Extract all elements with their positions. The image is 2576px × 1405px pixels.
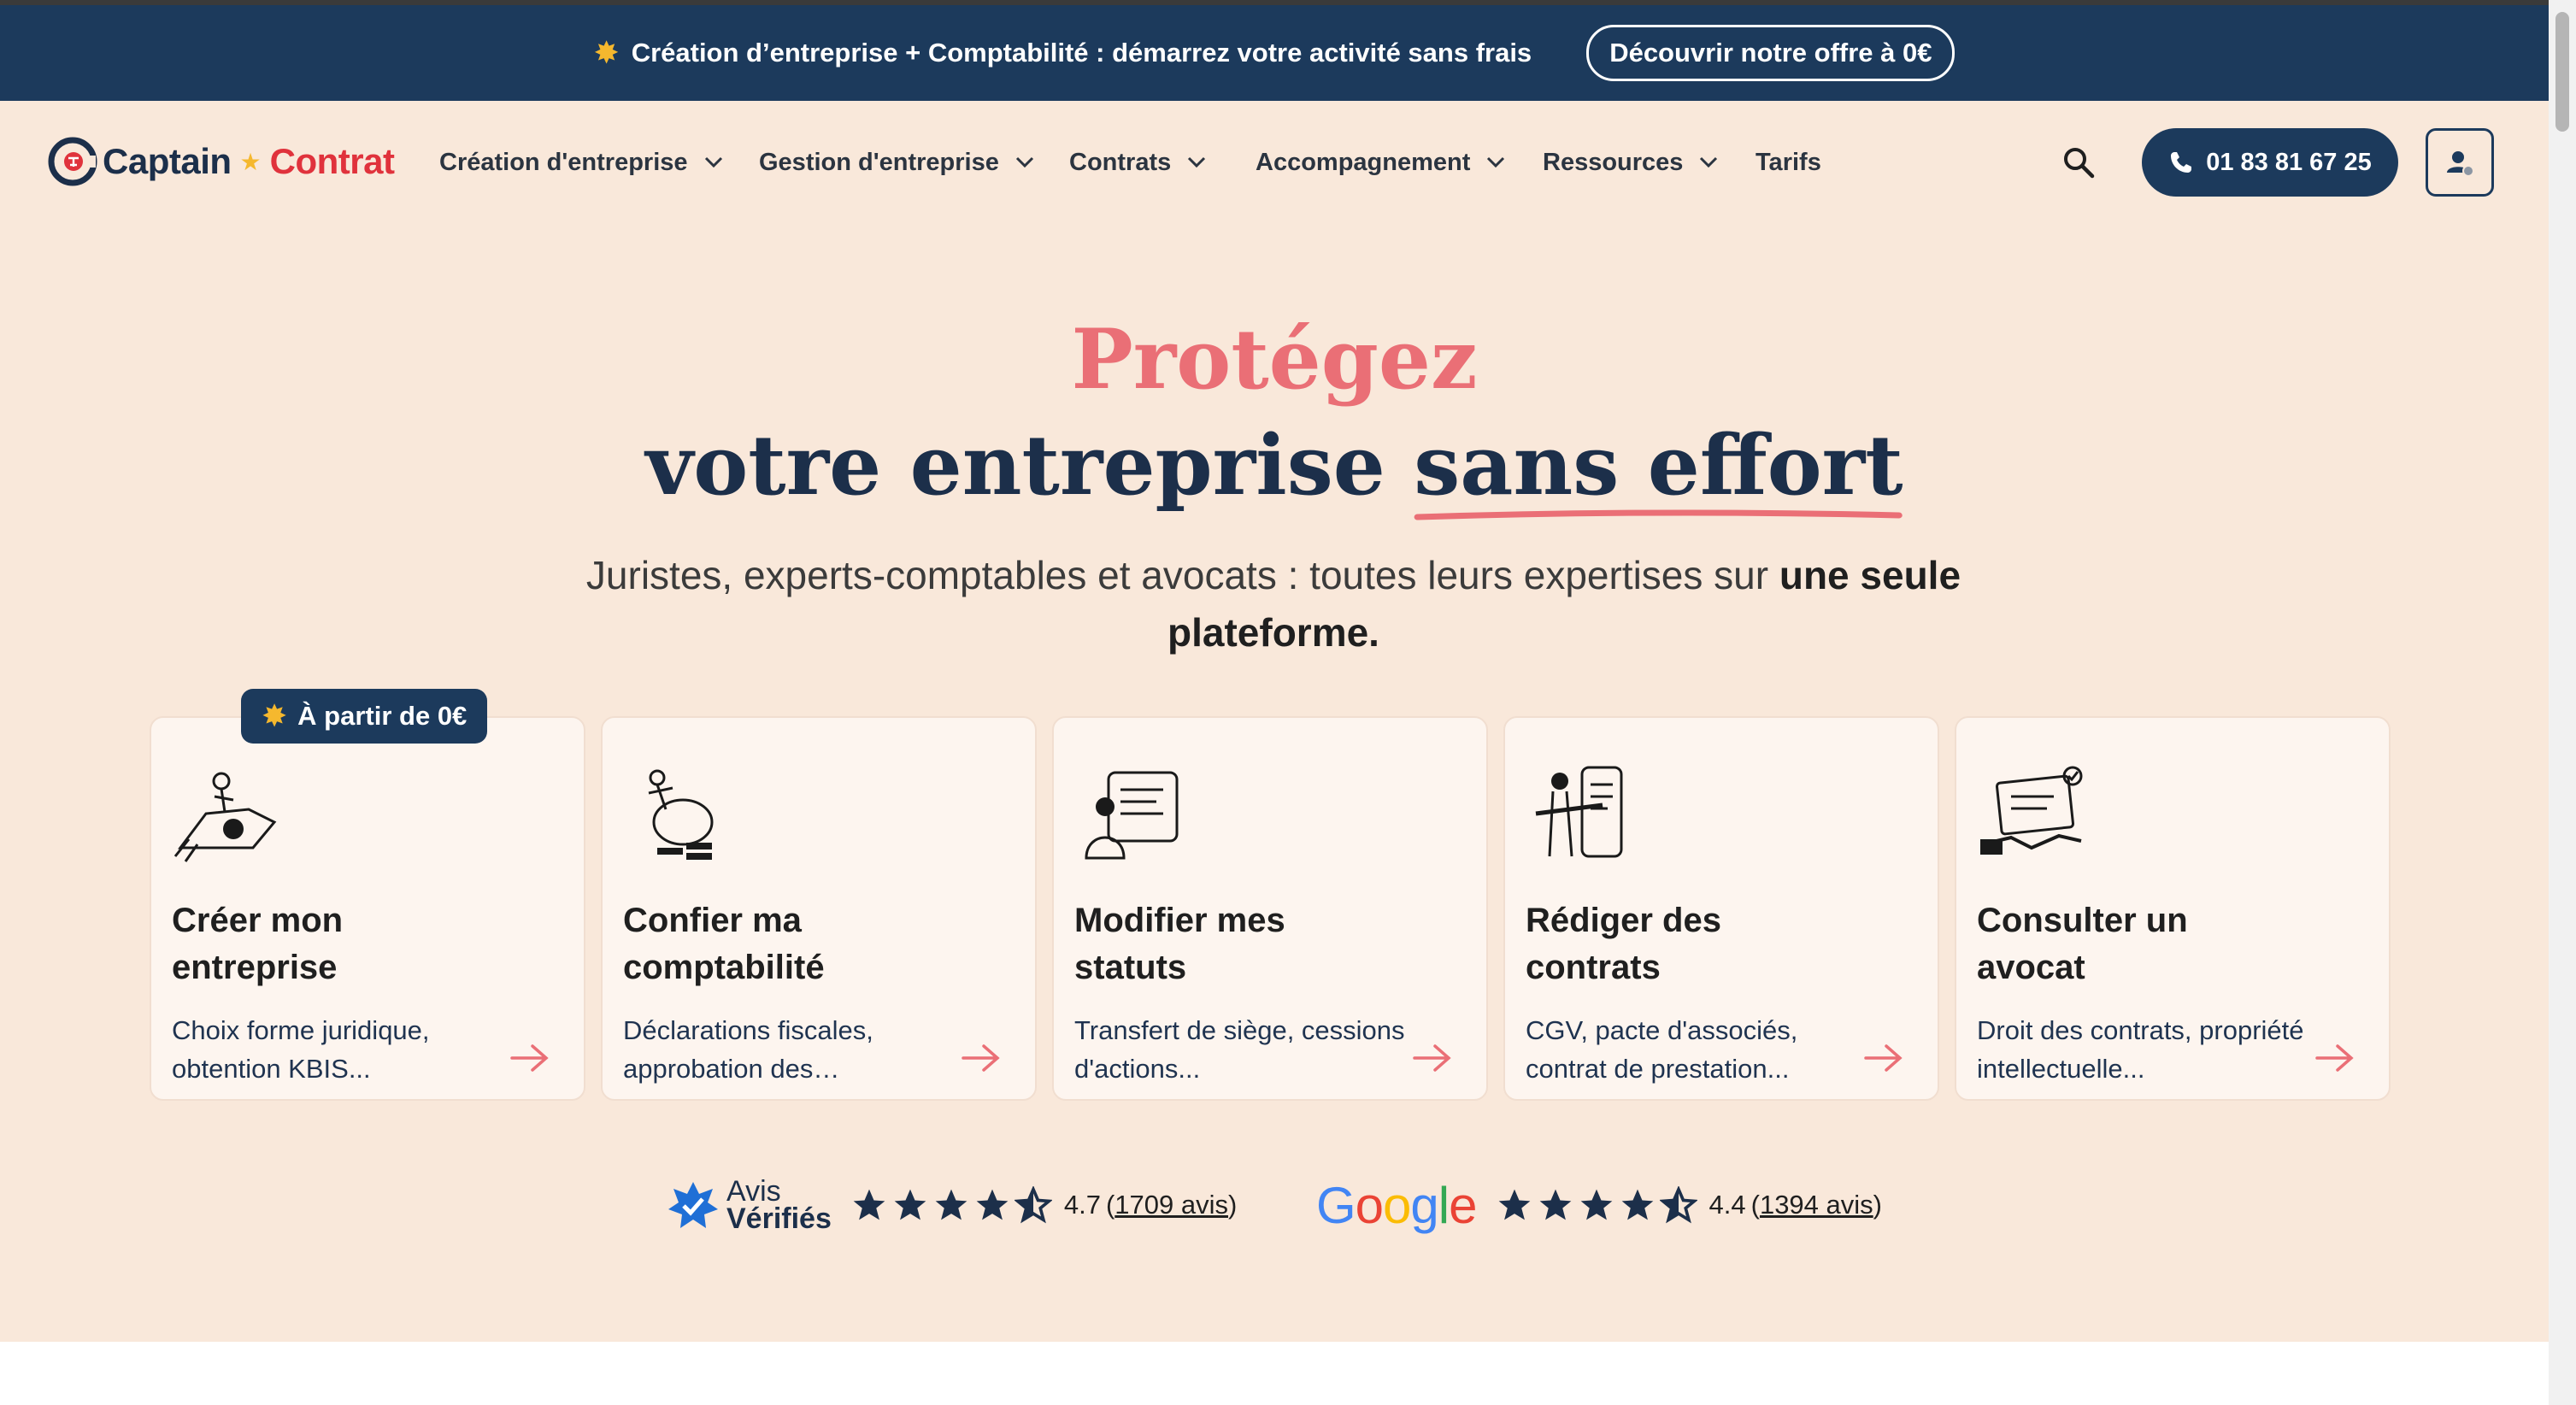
logo-text-captain: Captain (103, 141, 232, 181)
star-rating (1496, 1186, 1697, 1224)
nav-contrats[interactable]: Contrats (1069, 145, 1207, 179)
arrow-right-icon[interactable] (960, 1041, 1003, 1075)
card-title: Confier ma comptabilité (623, 902, 825, 987)
hero-title-highlight: Protégez (1071, 311, 1478, 408)
main-navigation: Captain ★ Contrat Création d'entreprise … (0, 101, 2549, 222)
avis-verifies-logo-icon (668, 1182, 718, 1228)
google-logo: Google (1316, 1176, 1478, 1234)
service-card-avocat[interactable]: Consulter un avocat Droit des contrats, … (1955, 716, 2391, 1101)
rating-google: Google 4.4 (1394 avis) (1316, 1171, 1882, 1239)
star-emoji-icon: ✸ (593, 35, 620, 70)
card-title: Créer mon entreprise (172, 902, 344, 987)
service-card-statuts[interactable]: Modifier mes statuts Transfert de siège,… (1052, 716, 1488, 1101)
logo-text-contrat: Contrat (269, 141, 395, 181)
nav-accompagnement[interactable]: Accompagnement (1256, 145, 1506, 179)
rocket-illustration-icon (173, 772, 277, 862)
hero-title: votre entreprise sans effort (0, 420, 2549, 520)
rating-avis-verifies: Avis Vérifiés 4.7 (1709 avis) (667, 1171, 1237, 1239)
captain-contrat-logo[interactable]: Captain ★ Contrat (48, 135, 395, 188)
piggy-bank-illustration-icon (648, 769, 714, 860)
discover-offer-button[interactable]: Découvrir notre offre à 0€ (1586, 25, 1956, 81)
rating-score: 4.4 (1709, 1190, 1746, 1220)
star-icon (976, 1189, 1009, 1220)
chevron-down-icon (704, 156, 722, 168)
star-rating (850, 1186, 1052, 1224)
card-description: CGV, pacte d'associés, contrat de presta… (1526, 1015, 1798, 1084)
card-description: Déclarations fiscales, approbation des… (623, 1015, 873, 1084)
avis-verifies-wordmark: Avis Vérifiés (726, 1174, 832, 1235)
star-icon (1621, 1189, 1653, 1220)
star-icon (935, 1189, 967, 1220)
handshake-contract-illustration-icon (1980, 766, 2083, 855)
phone-call-button[interactable]: 01 83 81 67 25 (2142, 128, 2398, 197)
card-description: Droit des contrats, propriété intellectu… (1977, 1015, 2304, 1084)
rating-score: 4.7 (1063, 1190, 1101, 1220)
card-description: Choix forme juridique, obtention KBIS... (172, 1015, 430, 1084)
star-icon (1580, 1189, 1612, 1220)
document-writing-illustration-icon (1535, 766, 1623, 858)
hero-subtitle: Juristes, experts-comptables et avocats … (585, 553, 1961, 655)
chevron-down-icon (1015, 156, 1033, 168)
star-icon (1498, 1189, 1530, 1220)
card-description: Transfert de siège, cessions d'actions..… (1074, 1015, 1405, 1084)
price-badge: ✸ À partir de 0€ (241, 689, 488, 744)
star-icon (853, 1189, 885, 1220)
card-title: Consulter un avocat (1977, 902, 2188, 987)
card-title: Modifier mes statuts (1074, 902, 1285, 987)
nav-gestion-entreprise[interactable]: Gestion d'entreprise (759, 145, 1035, 179)
rating-count-link[interactable]: (1709 avis) (1106, 1190, 1237, 1220)
rating-count-link[interactable]: (1394 avis) (1751, 1190, 1882, 1220)
service-card-comptabilite[interactable]: Confier ma comptabilité Déclarations fis… (601, 716, 1037, 1101)
next-section-edge (0, 1342, 2549, 1405)
arrow-right-icon[interactable] (509, 1041, 551, 1075)
logo-star-icon: ★ (239, 148, 262, 175)
user-icon (2447, 151, 2474, 177)
hero-section: Protégez votre entreprise sans effort Ju… (0, 222, 2549, 1342)
underline-stroke-icon (1414, 509, 1903, 520)
logo-mark-icon (48, 137, 97, 186)
account-button[interactable] (2426, 128, 2494, 197)
search-icon[interactable] (2061, 145, 2096, 179)
announcement-bar: ✸ Création d’entreprise + Comptabilité :… (0, 5, 2549, 101)
star-emoji-icon: ✸ (262, 698, 288, 733)
nav-creation-entreprise[interactable]: Création d'entreprise (439, 145, 724, 179)
laptop-illustration-icon (1085, 771, 1179, 860)
scrollbar-thumb[interactable] (2555, 12, 2569, 132)
arrow-right-icon[interactable] (2314, 1041, 2356, 1075)
half-star-icon (1014, 1186, 1052, 1224)
nav-ressources[interactable]: Ressources (1543, 145, 1719, 179)
card-title: Rédiger des contrats (1526, 902, 1721, 987)
arrow-right-icon[interactable] (1411, 1041, 1454, 1075)
chevron-down-icon (1487, 156, 1505, 168)
star-icon (894, 1189, 926, 1220)
service-card-contrats[interactable]: Rédiger des contrats CGV, pacte d'associ… (1503, 716, 1939, 1101)
arrow-right-icon[interactable] (1862, 1041, 1905, 1075)
service-card-creer-entreprise[interactable]: Créer mon entreprise Choix forme juridiq… (150, 716, 585, 1101)
chevron-down-icon (1700, 156, 1718, 168)
nav-tarifs[interactable]: Tarifs (1756, 145, 1821, 179)
page-scrollbar[interactable] (2549, 0, 2576, 1405)
half-star-icon (1659, 1186, 1697, 1224)
chevron-down-icon (1188, 156, 1206, 168)
star-icon (1539, 1189, 1571, 1220)
phone-icon (2171, 152, 2192, 173)
announcement-text: ✸ Création d’entreprise + Comptabilité :… (593, 35, 1532, 70)
hero-title-underlined: sans effort (1414, 420, 1903, 520)
